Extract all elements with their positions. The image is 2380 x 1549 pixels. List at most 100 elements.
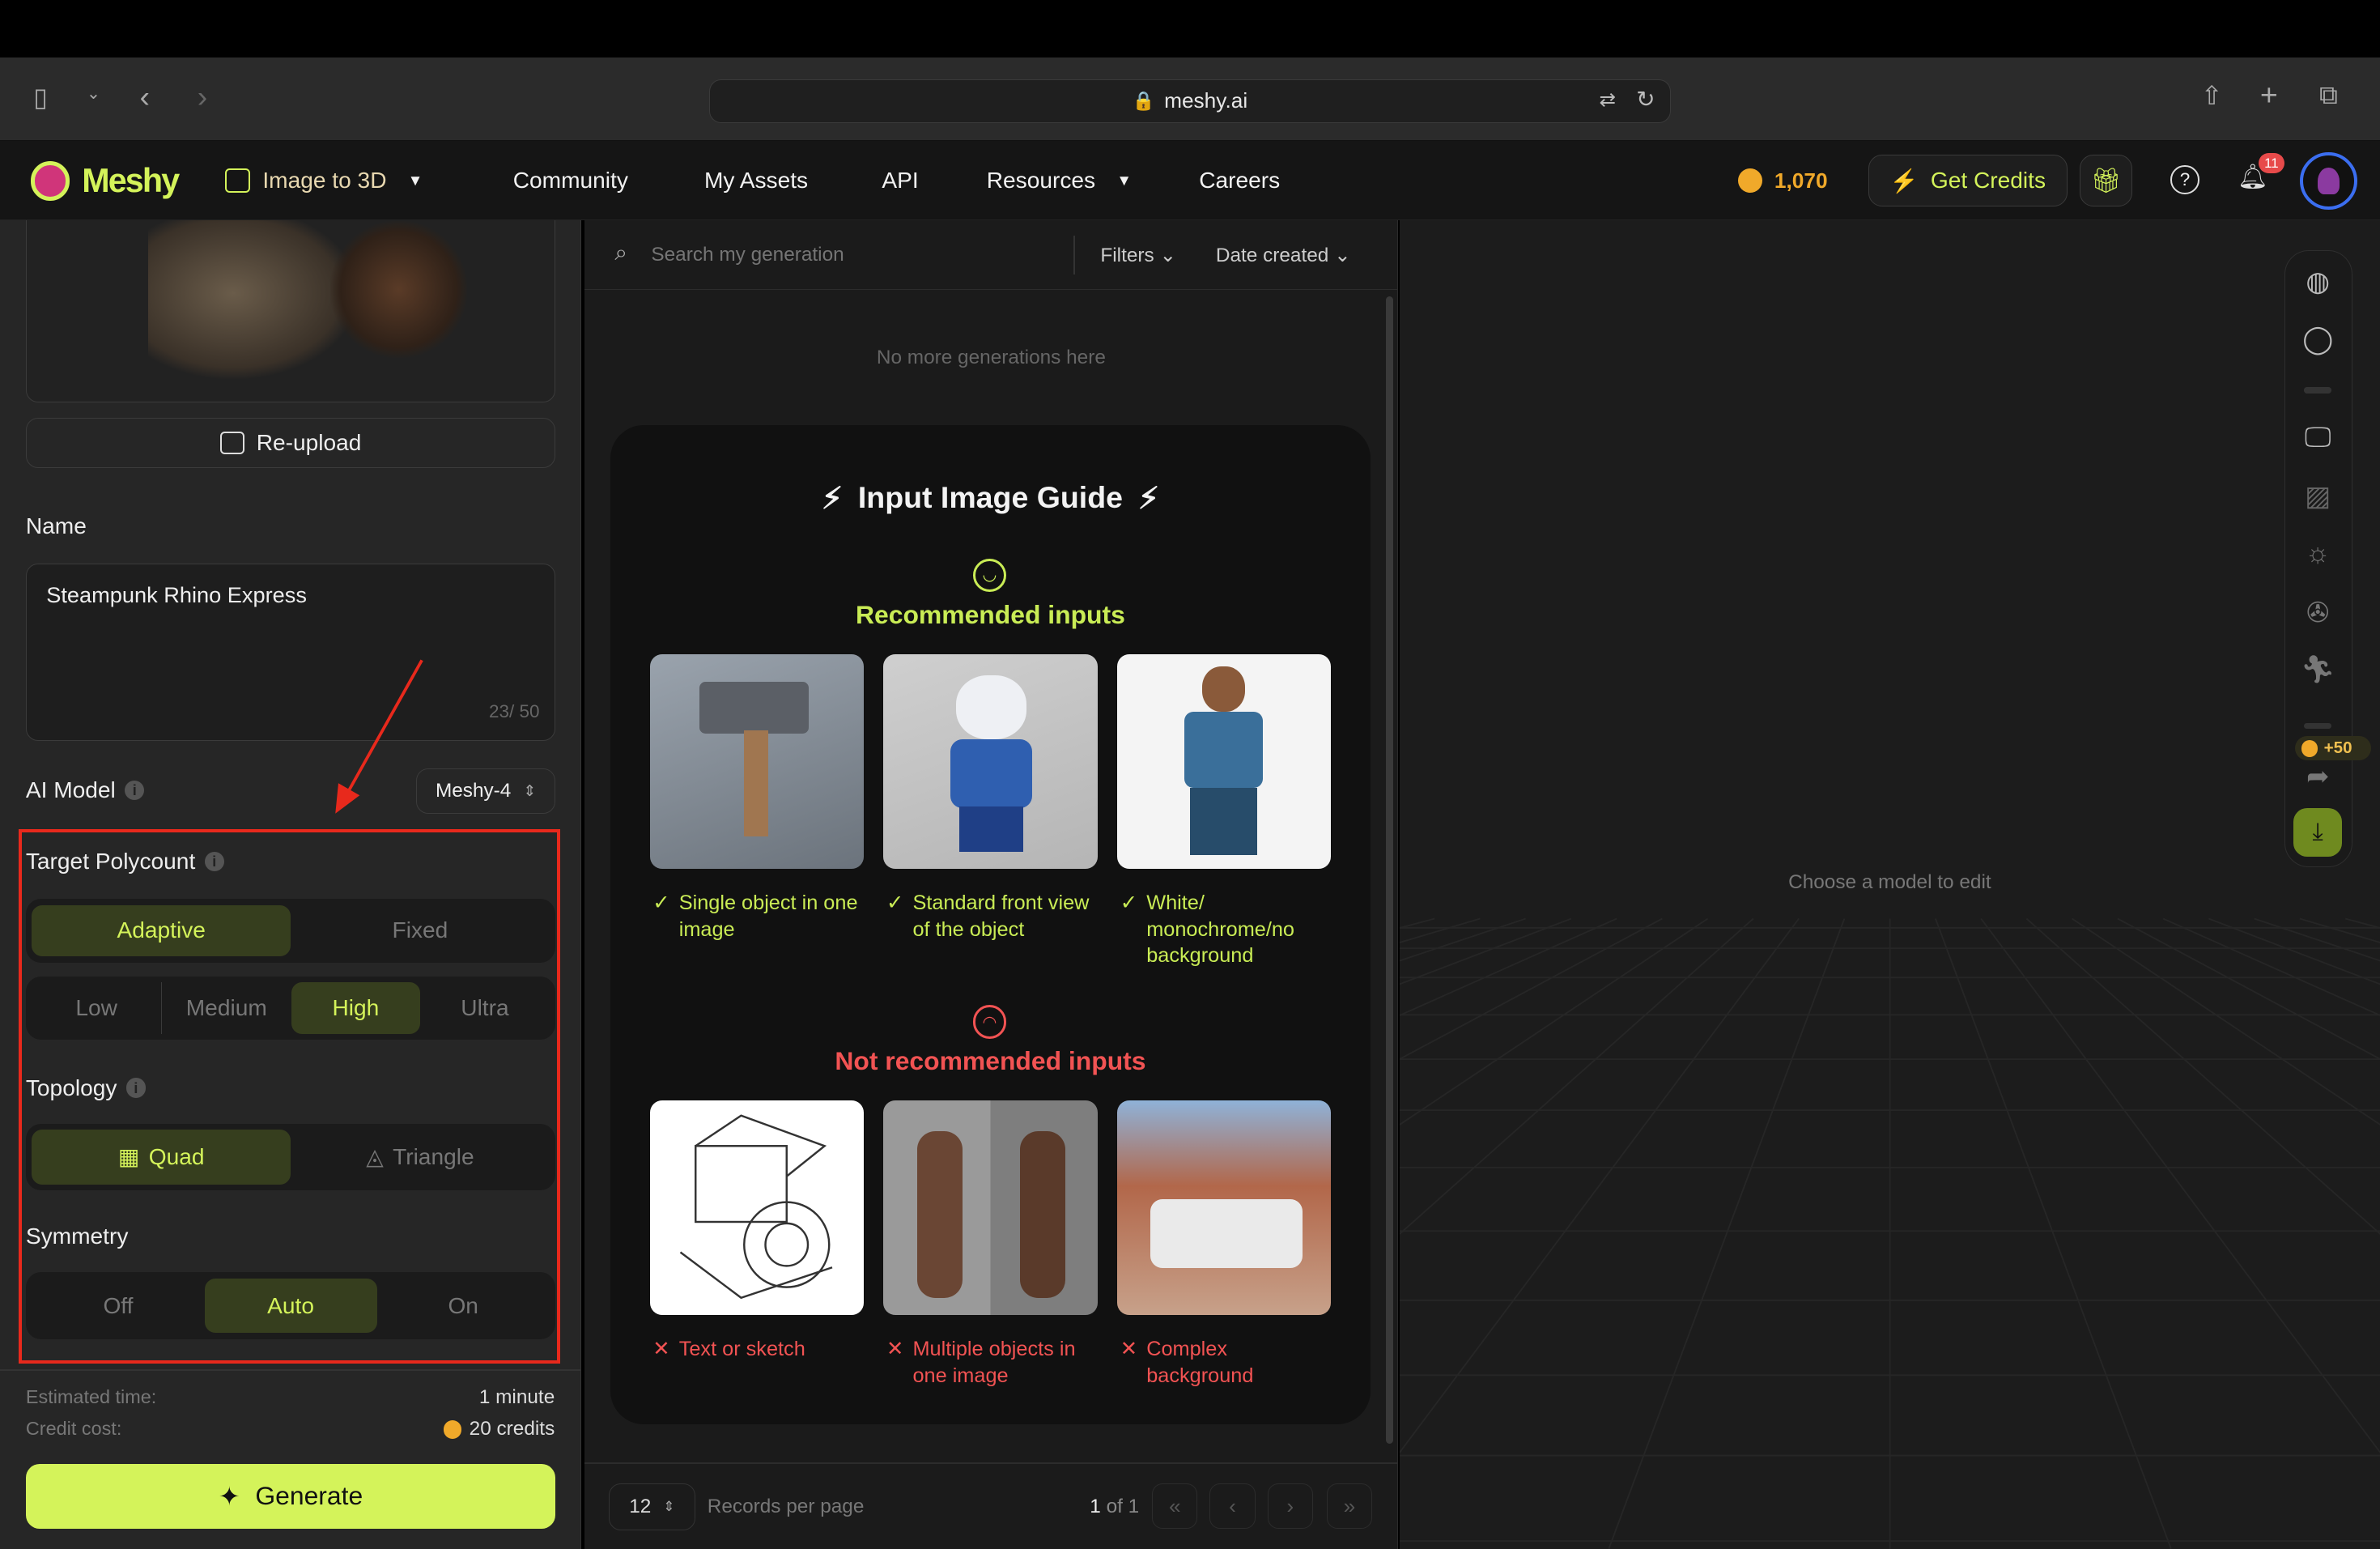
running-figure-icon[interactable]: 🏃︎ xyxy=(2301,654,2335,686)
grid-line xyxy=(1399,917,1481,943)
solid-sphere-icon[interactable]: ◯ xyxy=(2302,323,2333,355)
last-page-button[interactable]: » xyxy=(1326,1483,1372,1530)
lock-icon: 🔒 xyxy=(1132,90,1155,111)
generate-label: Generate xyxy=(255,1481,363,1511)
off-option[interactable]: Off xyxy=(32,1279,204,1334)
not-recommended-title: Not recommended inputs xyxy=(835,1045,1146,1075)
character-front-example-image xyxy=(883,654,1098,869)
caption-text: Complex background xyxy=(1146,1338,1254,1387)
ultra-option[interactable]: Ultra xyxy=(420,982,550,1034)
avatar[interactable] xyxy=(2299,151,2357,210)
info-icon[interactable]: i xyxy=(125,1078,147,1098)
sort-label: Date created xyxy=(1215,245,1329,266)
notification-badge: 11 xyxy=(2259,153,2284,173)
filters-dropdown[interactable]: Filters ⌄ xyxy=(1100,243,1176,267)
nav-careers[interactable]: Careers xyxy=(1199,141,1280,220)
topology-label: Topology i xyxy=(26,1075,147,1101)
scrollbar[interactable] xyxy=(1385,296,1394,1445)
credit-cost-label: Credit cost: xyxy=(25,1418,122,1440)
get-credits-button[interactable]: ⚡ Get Credits xyxy=(1868,155,2068,206)
frown-icon: ◠ xyxy=(972,1005,1007,1039)
info-icon[interactable]: i xyxy=(125,780,145,801)
bandage-icon[interactable]: ✇ xyxy=(2306,597,2329,629)
updown-chevron-icon: ⇕ xyxy=(663,1499,675,1515)
polycount-level-toggle: Low Medium High Ultra xyxy=(25,976,556,1040)
viewport-hint: Choose a model to edit xyxy=(1788,871,1991,894)
tabs-overview-icon[interactable]: ⧉ xyxy=(2319,80,2338,111)
sidebar-toggle-icon[interactable]: ▯ xyxy=(33,82,48,113)
download-button[interactable]: ⤓ xyxy=(2293,807,2343,857)
ai-model-value: Meshy-4 xyxy=(435,779,512,802)
grid-line xyxy=(1980,917,2380,1454)
prev-page-button[interactable]: ‹ xyxy=(1209,1483,1256,1530)
auto-option[interactable]: Auto xyxy=(204,1278,377,1334)
per-page-select[interactable]: 12 ⇕ xyxy=(608,1483,695,1530)
recommended-title: Recommended inputs xyxy=(856,599,1125,629)
medium-option[interactable]: Medium xyxy=(162,982,291,1034)
ai-model-select[interactable]: Meshy-4 ⇕ xyxy=(415,768,556,814)
address-bar[interactable]: 🔒 meshy.ai ⇄ ↻ xyxy=(708,79,1672,123)
get-credits-label: Get Credits xyxy=(1930,168,2046,194)
back-icon[interactable]: ‹ xyxy=(140,79,151,114)
reload-icon[interactable]: ↻ xyxy=(1636,86,1655,113)
monitor-icon[interactable]: 🖵 xyxy=(2305,422,2331,453)
rhino-image xyxy=(147,219,361,381)
grid-line xyxy=(2254,917,2380,962)
fixed-option[interactable]: Fixed xyxy=(291,905,550,957)
help-icon[interactable]: ? xyxy=(2170,165,2199,194)
wireframe-sphere-icon[interactable]: ◍ xyxy=(2306,266,2329,298)
per-page-value: 12 xyxy=(629,1495,652,1517)
gift-icon[interactable]: 🎁︎ xyxy=(2079,155,2133,206)
avatar-figure xyxy=(2318,167,2340,195)
updown-chevron-icon: ⇕ xyxy=(523,781,537,799)
nav-my-assets[interactable]: My Assets xyxy=(704,141,808,220)
input-image-guide: ⚡︎ Input Image Guide ⚡︎ ◡ Recommended inpu… xyxy=(610,425,1371,1424)
triangle-option[interactable]: ◬ Triangle xyxy=(291,1130,550,1185)
nav-api[interactable]: API xyxy=(882,141,918,220)
first-page-button[interactable]: « xyxy=(1152,1483,1198,1530)
low-option[interactable]: Low xyxy=(32,982,162,1034)
on-option[interactable]: On xyxy=(377,1279,550,1334)
divider xyxy=(1073,235,1075,275)
adaptive-option[interactable]: Adaptive xyxy=(32,904,291,957)
generate-button[interactable]: ✦ Generate xyxy=(25,1463,556,1530)
nav-my-assets-label: My Assets xyxy=(704,168,809,194)
lighting-icon[interactable]: ☼ xyxy=(2306,538,2331,569)
grid-line xyxy=(1399,917,1663,1060)
new-tab-icon[interactable]: + xyxy=(2260,78,2278,113)
name-field[interactable]: Steampunk Rhino Express 23/ 50 xyxy=(25,563,556,741)
3d-viewport[interactable]: Choose a model to edit xyxy=(1399,219,2380,1549)
name-label: Name xyxy=(25,513,87,538)
reupload-button[interactable]: Re-upload xyxy=(25,417,556,468)
ai-model-label-text: AI Model xyxy=(25,777,116,802)
nav-community[interactable]: Community xyxy=(513,141,628,220)
next-page-button[interactable]: › xyxy=(1267,1483,1313,1530)
url-text: meshy.ai xyxy=(1164,88,1248,113)
sketch-example-image xyxy=(649,1100,864,1315)
uploaded-image-preview[interactable] xyxy=(25,219,556,402)
search-input[interactable] xyxy=(651,238,1046,272)
nav-community-label: Community xyxy=(512,168,628,194)
caption-text: Standard front view of the object xyxy=(912,891,1090,941)
credit-balance[interactable]: 1,070 xyxy=(1737,141,1828,220)
browser-toolbar: ▯ ⌄ ‹ › 🔒 meshy.ai ⇄ ↻ ⇧ + ⧉ xyxy=(0,57,2380,142)
info-icon[interactable]: i xyxy=(204,851,224,872)
translate-icon[interactable]: ⇄ xyxy=(1599,87,1615,112)
texture-icon[interactable]: ▨ xyxy=(2305,480,2331,513)
forward-icon[interactable]: › xyxy=(198,79,208,114)
logo[interactable]: Meshy xyxy=(30,141,180,220)
quad-option[interactable]: ▦ Quad xyxy=(32,1130,291,1185)
hammer-example-image xyxy=(649,654,864,869)
share-icon[interactable]: ⇧ xyxy=(2201,80,2223,111)
grid-line xyxy=(2162,917,2380,1016)
high-option[interactable]: High xyxy=(291,982,421,1034)
nav-resources[interactable]: Resources ▼ xyxy=(987,141,1132,220)
grid-line xyxy=(1399,917,1617,1016)
mode-dropdown[interactable]: Image to 3D ▼ xyxy=(224,141,423,220)
chevron-down-icon[interactable]: ⌄ xyxy=(87,83,100,104)
page-total: of 1 xyxy=(1106,1495,1140,1517)
sort-dropdown[interactable]: Date created ⌄ xyxy=(1216,243,1351,267)
share-arrow-icon[interactable]: ➦ xyxy=(2306,760,2329,793)
grid-line xyxy=(1399,917,1708,1126)
app-screen: ▯ ⌄ ‹ › 🔒 meshy.ai ⇄ ↻ ⇧ + ⧉ Meshy Image… xyxy=(0,0,2380,1549)
